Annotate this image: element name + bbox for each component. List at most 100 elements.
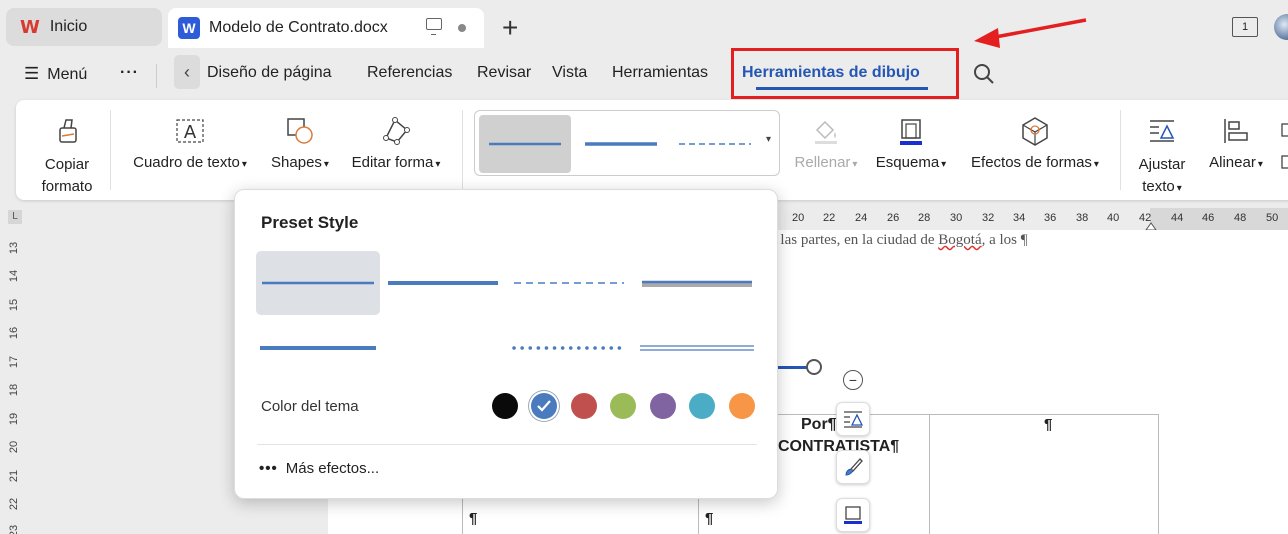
more-options-button[interactable]: ··· [120, 64, 139, 82]
group-icon-partial[interactable] [1280, 120, 1288, 180]
line-style-option[interactable] [384, 316, 508, 380]
edit-shape-button[interactable]: Editar forma ▾ [346, 116, 446, 171]
text-box-button[interactable]: A Cuadro de texto ▾ [126, 116, 254, 171]
chevron-down-icon: ▾ [1176, 183, 1182, 194]
ribbon-divider [110, 110, 111, 190]
shapes-button[interactable]: Shapes ▾ [266, 116, 334, 171]
wps-logo-icon: W [20, 16, 40, 38]
edit-shape-label: Editar forma [351, 154, 434, 171]
line-style-option[interactable] [256, 251, 380, 315]
line-style-gallery[interactable] [474, 110, 780, 176]
line-preview-dotted [512, 346, 628, 350]
text-run: , a los ¶ [981, 232, 1028, 248]
shape-style-button[interactable] [836, 450, 870, 484]
text-box-icon: A [176, 119, 204, 143]
tab-references[interactable]: Referencias [367, 64, 452, 82]
align-button[interactable]: Alinear ▾ [1204, 116, 1268, 171]
color-swatch-green[interactable] [610, 393, 636, 419]
ruler-tick: 48 [1234, 212, 1247, 224]
vertical-ruler[interactable]: 13 14 15 16 17 18 19 20 21 22 23 [0, 240, 26, 534]
tab-review[interactable]: Revisar [477, 64, 531, 82]
menu-divider [156, 64, 157, 88]
ribbon-divider [462, 110, 463, 190]
shape-outline-icon [844, 506, 862, 524]
fill-button[interactable]: Rellenar ▾ [792, 116, 860, 171]
tab-document[interactable]: W Modelo de Contrato.docx [168, 8, 484, 48]
rotation-handle[interactable] [806, 359, 822, 375]
more-effects-button[interactable]: ••• Más efectos... [259, 460, 379, 477]
main-menu-button[interactable]: ☰ Menú [24, 64, 87, 84]
scroll-tabs-left-button[interactable]: ‹ [174, 55, 200, 89]
ruler-tick: 17 [8, 355, 20, 369]
ruler-tick: 22 [823, 212, 836, 224]
brush-icon [845, 458, 863, 476]
ruler-tick: 24 [855, 212, 868, 224]
new-tab-button[interactable]: + [502, 12, 518, 44]
tab-home[interactable]: W Inicio [6, 8, 162, 46]
ruler-tick: 18 [8, 383, 20, 397]
line-style-option[interactable] [510, 316, 634, 380]
gallery-expand-icon[interactable]: ▾ [766, 134, 771, 145]
line-style-option[interactable] [510, 251, 634, 315]
layout-options-button[interactable] [836, 402, 870, 436]
color-swatch-purple[interactable] [650, 393, 676, 419]
wrap-text-icon [1150, 120, 1175, 142]
ruler-tick: 14 [8, 269, 20, 283]
ruler-tick: 50 [1266, 212, 1279, 224]
tab-view[interactable]: Vista [552, 64, 587, 82]
color-swatch-black[interactable] [492, 393, 518, 419]
monitor-icon[interactable] [426, 18, 442, 35]
search-icon[interactable] [973, 63, 995, 85]
check-icon [537, 400, 551, 412]
chevron-down-icon: ▾ [323, 159, 329, 170]
table-border [929, 414, 930, 534]
tab-page-layout[interactable]: Diseño de página [207, 64, 332, 82]
text-run: e las partes, en la ciudad de [770, 232, 939, 248]
align-icon [1224, 119, 1248, 143]
theme-color-label: Color del tema [261, 398, 359, 415]
color-swatch-blue[interactable] [531, 393, 557, 419]
avatar[interactable] [1274, 14, 1288, 40]
table-border [1158, 414, 1159, 534]
ruler-tick: 44 [1171, 212, 1184, 224]
color-swatch-aqua[interactable] [689, 393, 715, 419]
preset-style-popup: Preset Style Color del tema ••• Más efec… [234, 189, 778, 499]
misspelled-word[interactable]: Bogotá [938, 232, 981, 248]
shapes-icon [287, 118, 313, 144]
edit-points-icon [383, 117, 410, 145]
collapse-button[interactable]: − [843, 370, 863, 390]
ruler-tick: 16 [8, 326, 20, 340]
cube-icon [1022, 117, 1048, 146]
wrap-text-icon [844, 411, 864, 428]
outline-button[interactable]: Esquema ▾ [872, 116, 950, 171]
line-style-option[interactable] [636, 316, 760, 380]
line-style-option[interactable] [636, 251, 760, 315]
shapes-label: Shapes [271, 154, 322, 171]
page-count-icon[interactable]: 1 [1232, 17, 1258, 37]
ruler-tick: 30 [950, 212, 963, 224]
wrap-text-label-2: texto ▾ [1130, 176, 1194, 200]
copy-format-button[interactable]: Copiar formato [36, 116, 98, 198]
wrap-text-button[interactable]: Ajustar texto ▾ [1130, 116, 1194, 200]
shape-outline-button[interactable] [836, 498, 870, 532]
ruler-tab-selector[interactable]: L [8, 210, 22, 224]
chevron-down-icon: ▾ [941, 159, 947, 170]
line-style-option[interactable] [384, 251, 508, 315]
shape-effects-button[interactable]: Efectos de formas ▾ [964, 116, 1106, 171]
horizontal-ruler[interactable]: 20 22 24 26 28 30 32 34 36 38 40 42 44 4… [770, 208, 1288, 230]
chevron-down-icon: ▾ [1257, 159, 1263, 170]
wrap-text-label-1: Ajustar [1138, 156, 1186, 173]
copy-format-label-1: Copiar [44, 156, 90, 173]
annotation-highlight-box [731, 48, 959, 99]
ruler-tick: 22 [8, 497, 20, 511]
unsaved-dot-icon[interactable] [458, 24, 466, 32]
color-swatch-red[interactable] [571, 393, 597, 419]
table-cell-text: Por¶ [801, 416, 837, 433]
tab-tools[interactable]: Herramientas [612, 64, 708, 82]
ruler-tick: 15 [8, 298, 20, 312]
color-swatch-orange[interactable] [729, 393, 755, 419]
ruler-tick: 46 [1202, 212, 1215, 224]
chevron-left-icon: ‹ [184, 61, 190, 82]
paragraph-mark: ¶ [705, 510, 714, 527]
line-style-option[interactable] [256, 316, 380, 380]
